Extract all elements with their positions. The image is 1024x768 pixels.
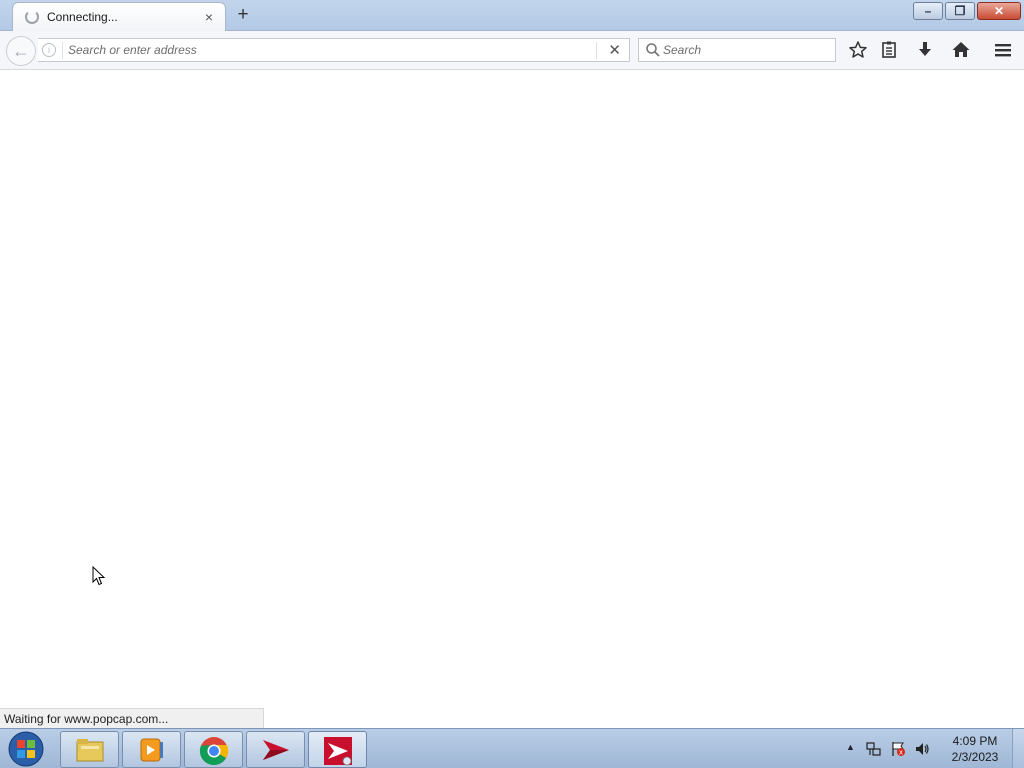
windows-start-button[interactable] [6,730,46,768]
home-icon[interactable] [951,40,971,60]
taskbar-red-arrow-app[interactable] [246,731,305,768]
restore-button[interactable]: ❐ [945,2,975,20]
status-bar: Waiting for www.popcap.com... [0,708,264,728]
volume-icon[interactable] [914,741,930,757]
media-player-icon [140,738,163,762]
action-center-flag-icon[interactable]: x [890,741,906,757]
search-bar[interactable] [638,38,836,62]
address-bar[interactable]: i ✕ [38,38,630,62]
tab-close-button[interactable]: × [202,9,216,25]
taskbar-red-arrow-web-app[interactable] [308,731,367,768]
network-icon[interactable] [866,741,882,757]
search-input[interactable] [663,41,831,59]
menu-hamburger-icon[interactable] [993,40,1013,60]
tab-connecting[interactable]: Connecting... × [12,2,226,31]
bookmark-star-icon[interactable] [848,40,868,60]
taskbar-file-explorer[interactable] [60,731,119,768]
close-window-button[interactable]: ✕ [977,2,1021,20]
downloads-icon[interactable] [915,40,935,60]
clock-date: 2/3/2023 [951,750,999,764]
taskbar-chrome[interactable] [184,731,243,768]
show-desktop-button[interactable] [1012,729,1024,768]
clock-time: 4:09 PM [952,734,998,748]
stop-loading-button[interactable]: ✕ [608,41,621,59]
red-arrow-web-app-icon [324,737,352,766]
window-controls: – ❐ ✕ [911,2,1021,20]
file-explorer-icon [76,739,104,762]
page-content[interactable] [0,71,1024,728]
info-icon[interactable]: i [42,43,56,57]
address-divider-right [596,42,597,59]
navigation-bar: i ✕ ← [0,31,1024,70]
bookmarks-list-icon[interactable] [879,40,899,60]
taskbar: ▲ x 4:09 PM 2/3/2023 [0,728,1024,768]
show-hidden-icons-button[interactable]: ▲ [846,742,855,752]
chrome-icon [199,737,229,766]
svg-text:x: x [899,749,903,757]
red-arrow-app-icon [263,740,289,760]
back-button[interactable]: ← [6,36,36,66]
new-tab-button[interactable]: + [233,4,253,26]
loading-spinner-icon [25,10,39,24]
address-input[interactable] [68,41,588,59]
taskbar-media-player[interactable] [122,731,181,768]
system-clock[interactable]: 4:09 PM 2/3/2023 [944,733,1006,765]
mouse-cursor-icon [92,566,106,586]
tab-bar: Connecting... × + – ❐ ✕ [0,0,1024,31]
minimize-button[interactable]: – [913,2,943,20]
search-icon [646,43,660,57]
address-divider [62,42,63,59]
screen: Connecting... × + – ❐ ✕ i ✕ ← [0,0,1024,768]
tab-title: Connecting... [47,10,118,24]
